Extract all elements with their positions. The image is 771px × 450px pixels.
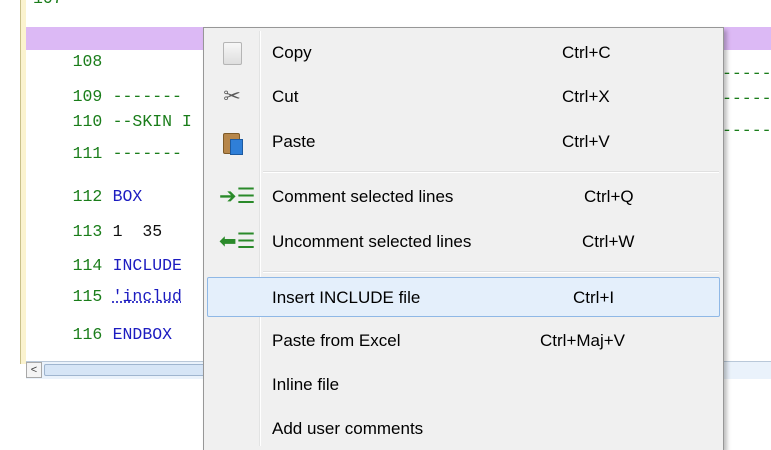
menu-item-label: Paste from Excel <box>272 331 401 350</box>
line-code-overflow: ------- <box>722 121 771 140</box>
menu-separator <box>263 271 719 273</box>
menu-item-label: Insert INCLUDE file <box>272 288 421 307</box>
menu-item-copy[interactable]: Copy Ctrl+C <box>207 33 720 73</box>
scrollbar-thumb[interactable] <box>44 364 219 376</box>
menu-item-label: Inline file <box>272 375 340 394</box>
menu-item-comment-lines[interactable]: ➔☰ Comment selected lines Ctrl+Q <box>207 177 720 217</box>
scroll-left-arrow-icon[interactable]: < <box>26 362 42 378</box>
copy-icon <box>219 40 245 66</box>
uncomment-lines-icon: ⬅☰ <box>219 230 256 253</box>
menu-item-shortcut: Ctrl+X <box>562 87 610 106</box>
menu-item-shortcut: Ctrl+C <box>562 43 611 62</box>
menu-item-label: Paste <box>272 132 316 151</box>
menu-item-paste-from-excel[interactable]: Paste from Excel Ctrl+Maj+V <box>207 321 720 361</box>
menu-item-shortcut: Ctrl+W <box>582 232 635 251</box>
menu-item-shortcut: Ctrl+Maj+V <box>540 331 626 350</box>
menu-item-label: Cut <box>272 87 299 106</box>
comment-lines-icon: ➔☰ <box>219 185 256 208</box>
menu-separator <box>263 171 719 173</box>
menu-item-cut[interactable]: ✂ Cut Ctrl+X <box>207 77 720 117</box>
menu-item-label: Uncomment selected lines <box>272 232 472 251</box>
menu-item-uncomment-lines[interactable]: ⬅☰ Uncomment selected lines Ctrl+W <box>207 222 720 262</box>
menu-item-label: Add user comments <box>272 419 424 438</box>
context-menu: Copy Ctrl+C ✂ Cut Ctrl+X Paste Ctrl+V ➔☰… <box>203 27 724 450</box>
line-code-overflow: ------- <box>722 64 771 83</box>
menu-item-shortcut: Ctrl+V <box>562 132 610 151</box>
menu-item-label: Comment selected lines <box>272 187 454 206</box>
scissors-icon: ✂ <box>223 85 241 108</box>
menu-item-inline-file[interactable]: Inline file <box>207 365 720 405</box>
menu-item-label: Copy <box>272 43 312 62</box>
menu-item-add-user-comments[interactable]: Add user comments <box>207 409 720 449</box>
menu-item-shortcut: Ctrl+I <box>573 288 615 307</box>
paste-icon <box>219 129 245 155</box>
menu-item-insert-include-file[interactable]: Insert INCLUDE file Ctrl+I <box>207 277 720 317</box>
menu-item-paste[interactable]: Paste Ctrl+V <box>207 122 720 162</box>
line-code-overflow: ------- <box>722 89 771 108</box>
line-number-partial: 107 <box>26 0 63 10</box>
menu-item-shortcut: Ctrl+Q <box>584 187 634 206</box>
